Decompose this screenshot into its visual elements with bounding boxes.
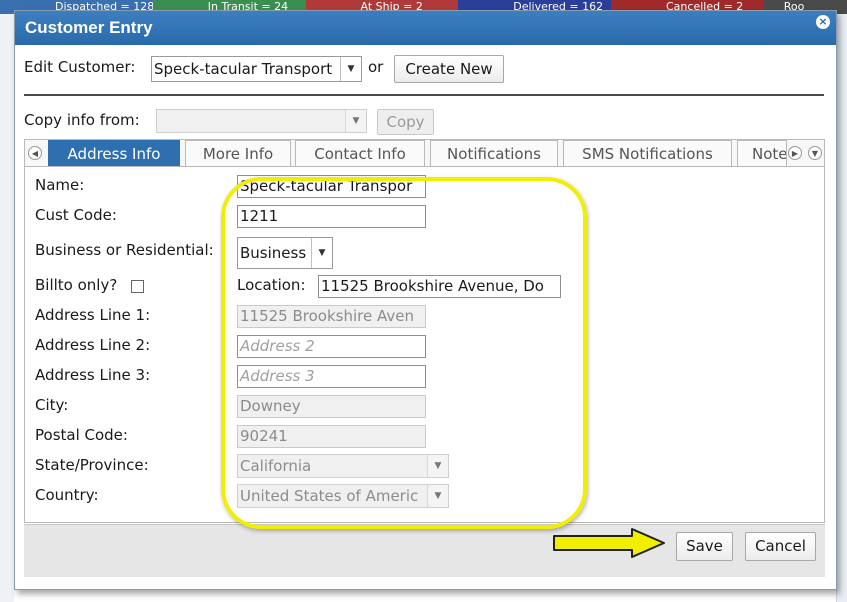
callout-arrow-icon bbox=[553, 528, 665, 558]
city-label: City: bbox=[35, 396, 69, 414]
address-line-2-label: Address Line 2: bbox=[35, 336, 151, 354]
or-text: or bbox=[368, 58, 384, 76]
chevron-down-icon: ▼ bbox=[345, 110, 366, 132]
tab-address-info[interactable]: Address Info bbox=[48, 140, 180, 166]
name-label: Name: bbox=[35, 176, 85, 194]
background-left-edge bbox=[0, 14, 14, 602]
close-icon[interactable]: × bbox=[816, 15, 830, 29]
tab-notifications[interactable]: Notifications bbox=[430, 140, 558, 166]
tab-contact-info[interactable]: Contact Info bbox=[295, 140, 425, 166]
edit-customer-value: Speck-tacular Transport bbox=[154, 60, 333, 78]
cancel-button[interactable]: Cancel bbox=[745, 532, 816, 561]
divider bbox=[24, 94, 824, 96]
tab-scroll-right-icon[interactable]: ▶ bbox=[788, 146, 802, 160]
tab-menu-icon[interactable]: ▼ bbox=[808, 146, 822, 160]
save-button[interactable]: Save bbox=[676, 532, 733, 561]
copy-button[interactable]: Copy bbox=[377, 109, 434, 135]
dialog-title: Customer Entry bbox=[25, 18, 153, 37]
tab-sms-notifications[interactable]: SMS Notifications bbox=[563, 140, 732, 166]
dialog-titlebar[interactable]: Customer Entry × bbox=[15, 11, 836, 45]
chevron-down-icon: ▼ bbox=[340, 57, 361, 81]
tab-more-info[interactable]: More Info bbox=[185, 140, 291, 166]
address-line-1-label: Address Line 1: bbox=[35, 306, 151, 324]
tab-notes[interactable]: Note bbox=[737, 140, 787, 166]
address-line-3-label: Address Line 3: bbox=[35, 366, 151, 384]
copy-info-label: Copy info from: bbox=[24, 111, 140, 129]
customer-entry-dialog: Customer Entry × Edit Customer: Speck-ta… bbox=[14, 10, 837, 590]
edit-customer-select[interactable]: Speck-tacular Transport ▼ bbox=[151, 56, 362, 82]
highlight-ellipse bbox=[221, 177, 587, 529]
billto-only-checkbox[interactable] bbox=[131, 280, 144, 293]
business-residential-label: Business or Residential: bbox=[35, 241, 214, 259]
edit-customer-label: Edit Customer: bbox=[24, 58, 136, 76]
background-right-edge bbox=[836, 14, 847, 602]
country-label: Country: bbox=[35, 486, 99, 504]
cust-code-label: Cust Code: bbox=[35, 206, 117, 224]
copy-info-select[interactable]: ▼ bbox=[156, 109, 367, 133]
postal-code-label: Postal Code: bbox=[35, 426, 128, 444]
billto-only-label: Billto only? bbox=[35, 276, 118, 294]
state-province-label: State/Province: bbox=[35, 456, 149, 474]
tab-scroll-left-icon[interactable]: ◀ bbox=[28, 146, 42, 160]
create-new-button[interactable]: Create New bbox=[394, 55, 504, 83]
